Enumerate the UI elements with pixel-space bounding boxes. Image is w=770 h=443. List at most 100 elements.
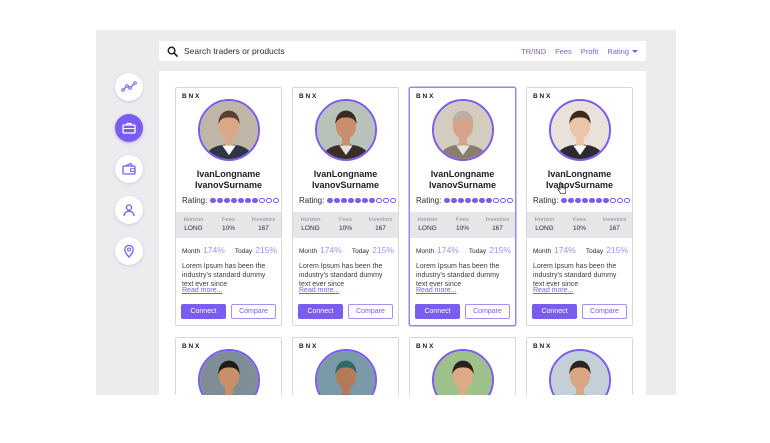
compare-button[interactable]: Compare: [582, 304, 627, 319]
brand-logo: BNX: [299, 93, 319, 100]
user-icon: [123, 204, 135, 217]
stat-label: Horizon: [534, 217, 555, 223]
rating-dot-filled: [472, 197, 478, 204]
stat-label: Fees: [573, 217, 586, 223]
filter-rating-dropdown[interactable]: Rating: [607, 47, 638, 56]
trader-card[interactable]: BNX IvanLongname IvanovSurname Rating: Horiz…: [409, 87, 516, 326]
returns-row: Month 174% Today 215%: [182, 245, 277, 255]
sidebar-item-profile[interactable]: [115, 196, 143, 224]
rating-dot-empty: [500, 197, 506, 204]
wallet-icon: [122, 162, 136, 175]
filter-bar: TR/IND Fees Profit Rating: [521, 47, 638, 56]
avatar: [315, 99, 377, 161]
read-more-link[interactable]: Read more...: [533, 287, 573, 294]
stats-row: Horizon LONG Fees 10% Investors 167: [410, 212, 515, 238]
rating-dot-filled: [362, 197, 368, 204]
filter-tr-ind[interactable]: TR/IND: [521, 47, 546, 56]
trader-card[interactable]: BNX: [175, 337, 282, 395]
filter-profit[interactable]: Profit: [581, 47, 599, 56]
avatar: [432, 99, 494, 161]
trader-card[interactable]: BNX: [409, 337, 516, 395]
trader-first-name: IvanLongname: [430, 169, 495, 179]
stat-value: 167: [258, 225, 269, 232]
sidebar-item-portfolio[interactable]: [115, 114, 143, 142]
compare-button[interactable]: Compare: [465, 304, 510, 319]
rating-label: Rating:: [299, 196, 325, 205]
trader-description: Lorem Ipsum has been the industry's stan…: [182, 263, 266, 288]
rating-dot-filled: [568, 197, 574, 204]
rating-dot-filled: [444, 197, 450, 204]
stat-value: 167: [375, 225, 386, 232]
rating-dot-filled: [210, 197, 216, 204]
compare-button[interactable]: Compare: [348, 304, 393, 319]
trader-card[interactable]: BNX IvanLongname IvanovSurname Rating: Horiz…: [526, 87, 633, 326]
sidebar-item-performance[interactable]: [115, 73, 143, 101]
rating: Rating:: [416, 196, 513, 205]
mouse-cursor-icon: [557, 182, 566, 195]
avatar: [315, 349, 377, 395]
today-label: Today: [585, 248, 604, 255]
trader-name: IvanLongname IvanovSurname: [527, 169, 632, 191]
rating-dot-filled: [575, 197, 581, 204]
stat-value: 167: [492, 225, 503, 232]
stats-row: Horizon LONG Fees 10% Investors 167: [176, 212, 281, 238]
rating-dot-empty: [624, 197, 630, 204]
trader-name: IvanLongname IvanovSurname: [410, 169, 515, 191]
stat-label: Fees: [339, 217, 352, 223]
filter-fees[interactable]: Fees: [555, 47, 572, 56]
sidebar-item-location[interactable]: [115, 237, 143, 265]
connect-button[interactable]: Connect: [181, 304, 226, 319]
rating-dot-filled: [603, 197, 609, 204]
trader-card[interactable]: BNX IvanLongname IvanovSurname Rating: Horiz…: [292, 87, 399, 326]
stat-label: Horizon: [300, 217, 321, 223]
rating-dot-filled: [589, 197, 595, 204]
stat-fees: Fees 10%: [328, 216, 363, 238]
returns-row: Month 174% Today 215%: [533, 245, 628, 255]
avatar: [198, 349, 260, 395]
read-more-link[interactable]: Read more...: [182, 287, 222, 294]
trader-card[interactable]: BNX: [292, 337, 399, 395]
stat-horizon: Horizon LONG: [410, 216, 445, 238]
rating-dot-empty: [617, 197, 623, 204]
avatar: [432, 349, 494, 395]
trader-first-name: IvanLongname: [547, 169, 612, 179]
rating-dot-filled: [596, 197, 602, 204]
stat-label: Investors: [251, 217, 276, 223]
avatar: [549, 99, 611, 161]
trader-card[interactable]: BNX: [526, 337, 633, 395]
stat-value: 10%: [455, 225, 469, 232]
stat-investors: Investors 167: [597, 216, 632, 238]
stat-label: Investors: [368, 217, 393, 223]
trader-description: Lorem Ipsum has been the industry's stan…: [416, 263, 500, 288]
stat-fees: Fees 10%: [445, 216, 480, 238]
trader-grid: BNX IvanLongname IvanovSurname Rating: Horiz…: [175, 87, 635, 395]
stat-label: Investors: [485, 217, 510, 223]
rating-dot-filled: [231, 197, 237, 204]
compare-button[interactable]: Compare: [231, 304, 276, 319]
line-chart-icon: [121, 81, 137, 92]
connect-button[interactable]: Connect: [415, 304, 460, 319]
rating-dot-filled: [561, 197, 567, 204]
month-return: 174%: [554, 245, 576, 255]
connect-button[interactable]: Connect: [532, 304, 577, 319]
stat-horizon: Horizon LONG: [293, 216, 328, 238]
read-more-link[interactable]: Read more...: [299, 287, 339, 294]
rating-dot-empty: [259, 197, 265, 204]
rating-dot-filled: [479, 197, 485, 204]
connect-button[interactable]: Connect: [298, 304, 343, 319]
rating-dot-empty: [383, 197, 389, 204]
trader-card[interactable]: BNX IvanLongname IvanovSurname Rating: Horiz…: [175, 87, 282, 326]
search-input[interactable]: [184, 46, 522, 56]
rating-dot-empty: [376, 197, 382, 204]
trader-name: IvanLongname IvanovSurname: [293, 169, 398, 191]
rating-dot-empty: [493, 197, 499, 204]
stat-investors: Investors 167: [480, 216, 515, 238]
rating-dot-filled: [245, 197, 251, 204]
rating-dot-filled: [451, 197, 457, 204]
today-return: 215%: [606, 245, 628, 255]
sidebar-item-wallet[interactable]: [115, 155, 143, 183]
rating-dot-filled: [334, 197, 340, 204]
rating-dot-filled: [465, 197, 471, 204]
briefcase-icon: [122, 122, 136, 134]
read-more-link[interactable]: Read more...: [416, 287, 456, 294]
